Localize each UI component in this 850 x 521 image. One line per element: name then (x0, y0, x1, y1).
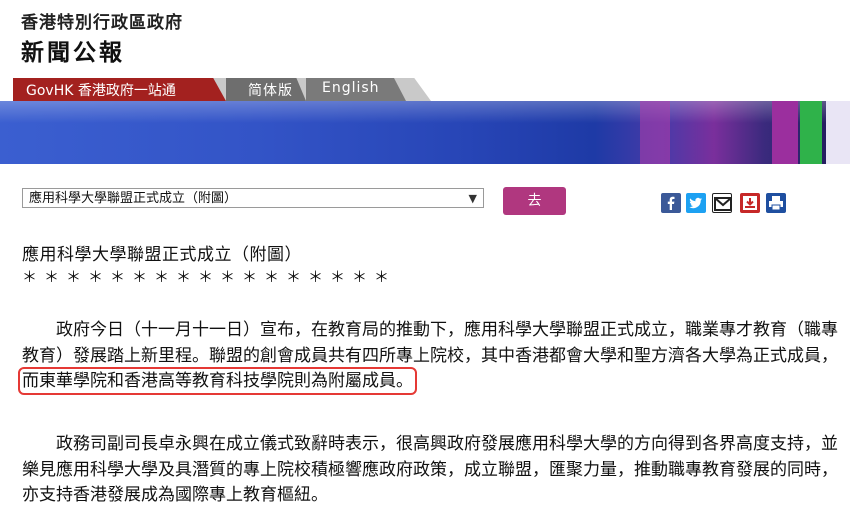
article-title: 應用科學大學聯盟正式成立（附圖） (22, 245, 302, 265)
print-icon[interactable] (766, 193, 786, 213)
site-header: 香港特別行政區政府 新聞公報 (0, 0, 850, 78)
download-icon[interactable] (740, 193, 760, 213)
news-select-value: 應用科學大學聯盟正式成立（附圖） (29, 191, 238, 206)
twitter-icon[interactable] (686, 193, 706, 213)
english-link[interactable]: English (322, 80, 380, 96)
article-paragraph-1: 政府今日（十一月十一日）宣布，在教育局的推動下，應用科學大學聯盟正式成立，職業專… (18, 318, 838, 395)
govhk-link[interactable]: GovHK 香港政府一站通 (26, 80, 176, 100)
site-banner (0, 101, 850, 164)
news-select[interactable]: 應用科學大學聯盟正式成立（附圖） ▼ (22, 188, 484, 208)
simplified-link[interactable]: 简体版 (248, 80, 293, 100)
highlighted-sentence: 而東華學院和香港高等教育科技學院則為附屬成員。 (18, 367, 417, 395)
article-paragraph-2: 政務司副司長卓永興在成立儀式致辭時表示，很高興政府發展應用科學大學的方向得到各界… (22, 434, 838, 505)
paragraph-1-text: 政府今日（十一月十一日）宣布，在教育局的推動下，應用科學大學聯盟正式成立，職業專… (22, 320, 838, 366)
facebook-icon[interactable] (661, 193, 681, 213)
email-icon[interactable] (712, 193, 732, 213)
go-button[interactable]: 去 (503, 187, 566, 215)
chevron-down-icon: ▼ (468, 192, 477, 205)
press-release-title[interactable]: 新聞公報 (21, 33, 125, 67)
top-nav: GovHK 香港政府一站通 简体版 English (0, 78, 850, 101)
gov-name: 香港特別行政區政府 (21, 13, 183, 33)
title-separator: ＊＊＊＊＊＊＊＊＊＊＊＊＊＊＊＊＊ (22, 268, 397, 286)
